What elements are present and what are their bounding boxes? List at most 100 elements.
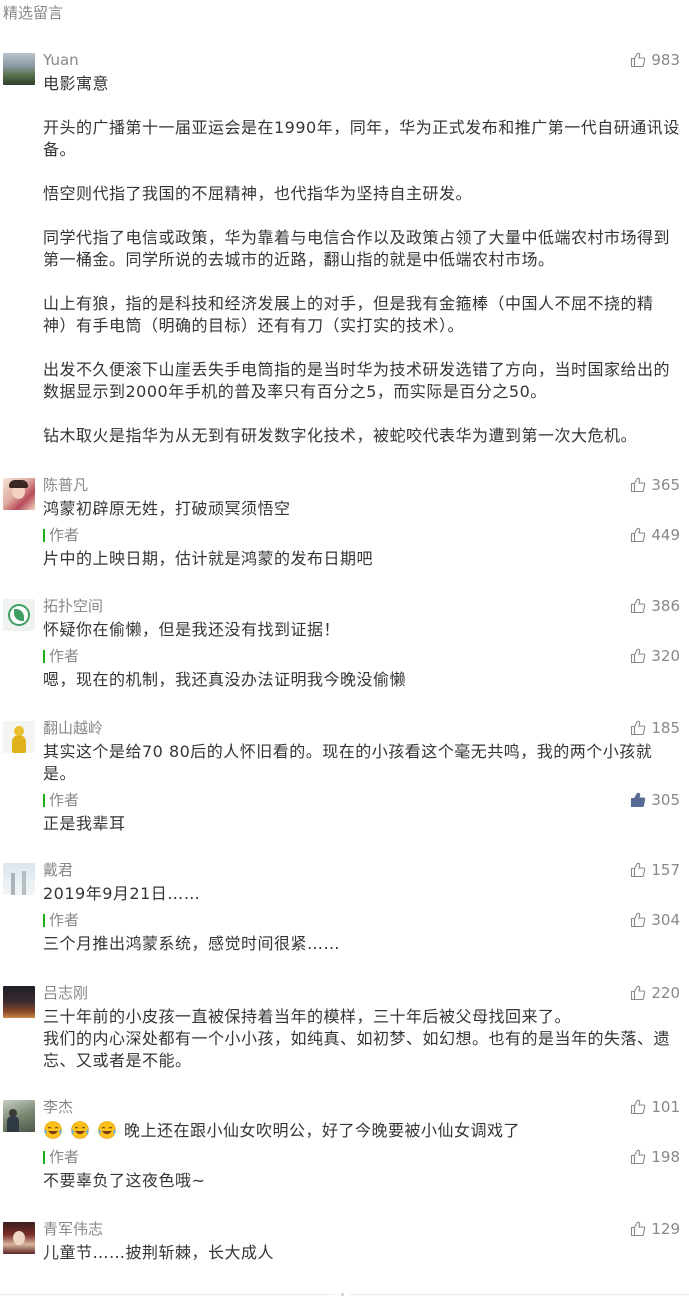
like-count: 305	[651, 791, 680, 809]
like-count: 386	[651, 597, 680, 615]
comment-text: 电影寓意 开头的广播第十一届亚运会是在1990年，同年，华为正式发布和推广第一代…	[43, 73, 680, 447]
reply-header: 作者 449	[43, 527, 680, 543]
text-line: 山上有狼，指的是科技和经济发展上的对手，但是我有金箍棒（中国人不屈不挠的精	[43, 294, 654, 313]
paragraph: 儿童节……披荆斩棘，长大成人	[43, 1242, 680, 1264]
like-button[interactable]: 365	[630, 477, 680, 493]
like-count: 983	[651, 51, 680, 69]
thumbs-up-icon[interactable]	[630, 862, 646, 878]
thumbs-up-icon[interactable]	[630, 1149, 646, 1165]
like-button[interactable]: 305	[630, 792, 680, 808]
comment: Yuan 983 电影寓意 开头的广播第十一届亚运会是在1990年，同年，华为正…	[0, 52, 689, 447]
avatar	[3, 599, 35, 631]
like-count: 157	[651, 861, 680, 879]
text-line: 2019年9月21日……	[43, 884, 201, 903]
author-label-text: 作者	[49, 911, 80, 929]
paragraph: 怀疑你在偷懒，但是我还没有找到证据！	[43, 619, 680, 641]
comment-body: 戴君 157 2019年9月21日…… 作者 304 三个月推出鸿蒙系统，感觉时…	[43, 862, 680, 955]
author-reply: 作者 198 不要辜负了这夜色哦~	[43, 1149, 680, 1192]
face-with-tears-of-joy-icon	[70, 1120, 90, 1140]
paragraph: 鸿蒙初辟原无姓，打破顽冥须悟空	[43, 498, 680, 520]
author-label-text: 作者	[49, 791, 80, 809]
author-label: 作者	[43, 912, 79, 928]
commenter-name: Yuan	[43, 51, 79, 69]
thumbs-up-icon[interactable]	[630, 1099, 646, 1115]
comment: 拓扑空间 386 怀疑你在偷懒，但是我还没有找到证据！ 作者 320 嗯，现在的…	[0, 598, 689, 691]
comment-header: 吕志刚 220	[43, 985, 680, 1001]
comment-header: Yuan 983	[43, 52, 680, 68]
thumbs-up-icon[interactable]	[630, 1221, 646, 1237]
like-count: 365	[651, 476, 680, 494]
text-line: 其实这个是给70 80后的人怀旧看的。现在的小孩看这个毫无共鸣，我的两个小孩就	[43, 742, 653, 761]
thumbs-up-icon[interactable]	[630, 527, 646, 543]
author-reply: 作者 304 三个月推出鸿蒙系统，感觉时间很紧……	[43, 912, 680, 955]
comment-header: 戴君 157	[43, 862, 680, 878]
thumbs-up-icon[interactable]	[630, 792, 646, 808]
reply-header: 作者 320	[43, 648, 680, 664]
thumbs-up-icon[interactable]	[630, 985, 646, 1001]
avatar	[3, 863, 35, 895]
avatar-shape	[22, 871, 26, 895]
avatar	[3, 1100, 35, 1132]
comment-header: 陈普凡 365	[43, 477, 680, 493]
paragraph: 钻木取火是指华为从无到有研发数字化技术，被蛇咬代表华为遭到第一次大危机。	[43, 425, 680, 447]
author-marker	[43, 793, 45, 807]
comment-text: 2019年9月21日……	[43, 883, 680, 905]
like-button[interactable]: 185	[630, 720, 680, 736]
like-count: 198	[651, 1148, 680, 1166]
comment-header: 李杰 101	[43, 1099, 680, 1115]
paragraph: 片中的上映日期，估计就是鸿蒙的发布日期吧	[43, 548, 680, 570]
author-label: 作者	[43, 1149, 79, 1165]
paragraph: 同学代指了电信或政策，华为靠着与电信合作以及政策占领了大量中低端农村市场得到 第…	[43, 227, 680, 271]
text-segment: 晚上还在跟小仙女吹明公，好了今晚要被小仙女调戏了	[124, 1121, 521, 1140]
paragraph: 山上有狼，指的是科技和经济发展上的对手，但是我有金箍棒（中国人不屈不挠的精 神）…	[43, 293, 680, 337]
like-count: 320	[651, 647, 680, 665]
reply-text: 三个月推出鸿蒙系统，感觉时间很紧……	[43, 933, 680, 955]
paragraph: 开头的广播第十一届亚运会是在1990年，同年，华为正式发布和推广第一代自研通讯设…	[43, 117, 680, 161]
thumbs-up-icon[interactable]	[630, 477, 646, 493]
like-button[interactable]: 157	[630, 862, 680, 878]
like-button[interactable]: 198	[630, 1149, 680, 1165]
text-line: 晚上还在跟小仙女吹明公，好了今晚要被小仙女调戏了	[43, 1120, 680, 1142]
paragraph: 晚上还在跟小仙女吹明公，好了今晚要被小仙女调戏了	[43, 1120, 680, 1142]
comment-header: 翻山越岭 185	[43, 720, 680, 736]
thumbs-up-icon[interactable]	[630, 598, 646, 614]
like-button[interactable]: 983	[630, 52, 680, 68]
like-button[interactable]: 129	[630, 1221, 680, 1237]
avatar	[3, 478, 35, 510]
thumbs-up-icon[interactable]	[630, 648, 646, 664]
comment: 翻山越岭 185 其实这个是给70 80后的人怀旧看的。现在的小孩看这个毫无共鸣…	[0, 720, 689, 835]
like-count: 185	[651, 719, 680, 737]
like-button[interactable]: 386	[630, 598, 680, 614]
paragraph: 出发不久便滚下山崖丢失手电筒指的是当时华为技术研发选错了方向，当时国家给出的 数…	[43, 359, 680, 403]
text-line: 正是我辈耳	[43, 814, 126, 833]
comment-body: 吕志刚 220 三十年前的小皮孩一直被保持着当年的模样，三十年后被父母找回来了。…	[43, 985, 680, 1072]
like-count: 101	[651, 1098, 680, 1116]
text-line: 三十年前的小皮孩一直被保持着当年的模样，三十年后被父母找回来了。	[43, 1007, 572, 1026]
author-label-text: 作者	[49, 647, 80, 665]
author-marker	[43, 1150, 45, 1164]
like-count: 129	[651, 1220, 680, 1238]
avatar	[3, 53, 35, 85]
commenter-name: 李杰	[43, 1098, 74, 1116]
commenter-name: 翻山越岭	[43, 719, 104, 737]
like-button[interactable]: 304	[630, 912, 680, 928]
comment-body: 翻山越岭 185 其实这个是给70 80后的人怀旧看的。现在的小孩看这个毫无共鸣…	[43, 720, 680, 835]
text-line: 鸿蒙初辟原无姓，打破顽冥须悟空	[43, 499, 291, 518]
thumbs-up-icon[interactable]	[630, 52, 646, 68]
like-button[interactable]: 449	[630, 527, 680, 543]
avatar	[3, 986, 35, 1018]
like-button[interactable]: 320	[630, 648, 680, 664]
comment-header: 拓扑空间 386	[43, 598, 680, 614]
thumbs-up-icon[interactable]	[630, 720, 646, 736]
like-button[interactable]: 220	[630, 985, 680, 1001]
like-button[interactable]: 101	[630, 1099, 680, 1115]
comment-body: 拓扑空间 386 怀疑你在偷懒，但是我还没有找到证据！ 作者 320 嗯，现在的…	[43, 598, 680, 691]
commenter-name: 陈普凡	[43, 476, 89, 494]
like-count: 304	[651, 911, 680, 929]
author-reply: 作者 449 片中的上映日期，估计就是鸿蒙的发布日期吧	[43, 527, 680, 570]
like-count: 220	[651, 984, 680, 1002]
thumbs-up-icon[interactable]	[630, 912, 646, 928]
commenter-name: 青军伟志	[43, 1220, 104, 1238]
author-marker	[43, 528, 45, 542]
face-with-tears-of-joy-icon	[43, 1120, 63, 1140]
